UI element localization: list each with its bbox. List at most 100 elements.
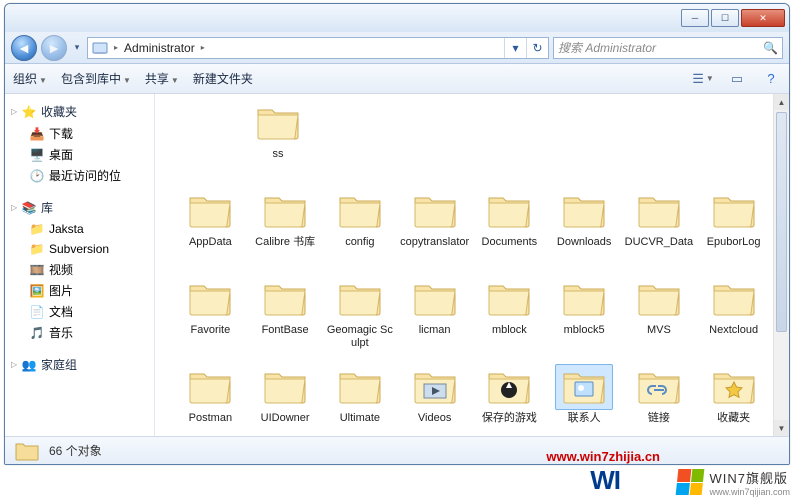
folder-item[interactable]: DUCVR_Data xyxy=(622,182,697,270)
folder-item[interactable]: MVS xyxy=(622,270,697,358)
folder-label: Favorite xyxy=(191,324,231,337)
sidebar-item-recent[interactable]: 🕑最近访问的位 xyxy=(5,165,154,186)
new-folder-button[interactable]: 新建文件夹 xyxy=(193,70,253,87)
toolbar: 组织▼ 包含到库中▼ 共享▼ 新建文件夹 ☰▼ ▭ ? xyxy=(5,64,789,94)
include-in-library-button[interactable]: 包含到库中▼ xyxy=(61,70,131,87)
folder-item[interactable]: Calibre 书库 xyxy=(248,182,323,270)
folder-item[interactable]: Documents xyxy=(472,182,547,270)
watermark-brand: WIN7旗舰版 xyxy=(709,468,790,487)
folder-item[interactable]: config xyxy=(323,182,398,270)
folder-item[interactable]: Videos xyxy=(397,358,472,436)
sidebar-item-documents[interactable]: 📄文档 xyxy=(5,301,154,322)
folder-item[interactable]: ss xyxy=(249,94,307,182)
scroll-up-button[interactable]: ▲ xyxy=(774,94,789,110)
folder-label: Documents xyxy=(482,236,538,249)
titlebar: ─ ☐ ✕ xyxy=(5,4,789,32)
sidebar-item-pictures[interactable]: 🖼️图片 xyxy=(5,280,154,301)
sidebar-item-jaksta[interactable]: 📁Jaksta xyxy=(5,219,154,239)
sidebar-favorites-header[interactable]: ▷ ⭐ 收藏夹 xyxy=(5,100,154,123)
breadcrumb-separator: ▸ xyxy=(199,43,207,52)
folder-item[interactable]: Geomagic Sculpt xyxy=(323,270,398,358)
library-icon: 📚 xyxy=(21,200,37,216)
file-list[interactable]: ss AppData Calibre 书库 config copytranslator D… xyxy=(155,94,789,436)
nav-forward-button[interactable]: ► xyxy=(41,35,67,61)
folder-label: Postman xyxy=(189,412,232,425)
folder-item[interactable]: Favorite xyxy=(173,270,248,358)
folder-item[interactable]: licman xyxy=(397,270,472,358)
folder-item[interactable]: mblock5 xyxy=(547,270,622,358)
folder-label: Nextcloud xyxy=(709,324,758,337)
folder-label: ss xyxy=(273,148,284,161)
explorer-window: ─ ☐ ✕ ◄ ► ▾ ▸ Administrator ▸ ▾ ↻ 搜索 Adm… xyxy=(4,3,790,465)
search-input[interactable]: 搜索 Administrator 🔍 xyxy=(553,37,783,59)
share-button[interactable]: 共享▼ xyxy=(145,70,179,87)
folder-label: 保存的游戏 xyxy=(482,412,537,425)
folder-item[interactable]: Nextcloud xyxy=(696,270,771,358)
sidebar-item-music[interactable]: 🎵音乐 xyxy=(5,322,154,343)
minimize-button[interactable]: ─ xyxy=(681,9,709,27)
folder-item[interactable]: mblock xyxy=(472,270,547,358)
folder-label: Videos xyxy=(418,412,451,425)
recent-icon: 🕑 xyxy=(29,168,45,184)
folder-item[interactable]: 保存的游戏 xyxy=(472,358,547,436)
folder-item[interactable]: 联系人 xyxy=(547,358,622,436)
folder-label: Downloads xyxy=(557,236,611,249)
scroll-thumb[interactable] xyxy=(776,112,787,332)
address-row: ◄ ► ▾ ▸ Administrator ▸ ▾ ↻ 搜索 Administr… xyxy=(5,32,789,64)
wi-logo: WI xyxy=(590,465,620,496)
folder-icon: 📁 xyxy=(29,241,45,257)
folder-label: DUCVR_Data xyxy=(625,236,693,249)
folder-label: 链接 xyxy=(648,412,670,425)
folder-item[interactable]: Postman xyxy=(173,358,248,436)
document-icon: 📄 xyxy=(29,304,45,320)
folder-item[interactable]: EpuborLog xyxy=(696,182,771,270)
help-button[interactable]: ? xyxy=(761,69,781,89)
nav-pane: ▷ ⭐ 收藏夹 📥下载 🖥️桌面 🕑最近访问的位 ▷ 📚 库 📁Jaksta 📁… xyxy=(5,94,155,436)
star-icon: ⭐ xyxy=(21,104,37,120)
folder-label: config xyxy=(345,236,374,249)
folder-item[interactable]: AppData xyxy=(173,182,248,270)
folder-icon: 📁 xyxy=(29,221,45,237)
sidebar-homegroup-header[interactable]: ▷ 👥 家庭组 xyxy=(5,353,154,376)
folder-item[interactable]: Downloads xyxy=(547,182,622,270)
folder-icon xyxy=(13,440,41,462)
windows-flag-icon xyxy=(676,469,705,495)
folder-item[interactable]: FontBase xyxy=(248,270,323,358)
sidebar-item-desktop[interactable]: 🖥️桌面 xyxy=(5,144,154,165)
close-button[interactable]: ✕ xyxy=(741,9,785,27)
scroll-down-button[interactable]: ▼ xyxy=(774,420,789,436)
folder-item[interactable]: Ultimate xyxy=(323,358,398,436)
folder-item[interactable]: copytranslator xyxy=(397,182,472,270)
organize-button[interactable]: 组织▼ xyxy=(13,70,47,87)
status-count: 66 个对象 xyxy=(49,442,102,459)
folder-label: FontBase xyxy=(262,324,309,337)
folder-label: mblock5 xyxy=(564,324,605,337)
music-icon: 🎵 xyxy=(29,325,45,341)
status-bar: 66 个对象 xyxy=(5,436,789,464)
nav-back-button[interactable]: ◄ xyxy=(11,35,37,61)
refresh-button[interactable]: ↻ xyxy=(526,38,548,58)
sidebar-libraries-header[interactable]: ▷ 📚 库 xyxy=(5,196,154,219)
watermark-sub: www.win7qijian.com xyxy=(709,487,790,497)
folder-item[interactable]: 收藏夹 xyxy=(696,358,771,436)
folder-item[interactable]: 链接 xyxy=(622,358,697,436)
vertical-scrollbar[interactable]: ▲ ▼ xyxy=(773,94,789,436)
folder-label: AppData xyxy=(189,236,232,249)
folder-label: licman xyxy=(419,324,451,337)
sidebar-item-downloads[interactable]: 📥下载 xyxy=(5,123,154,144)
folder-label: mblock xyxy=(492,324,527,337)
download-icon: 📥 xyxy=(29,126,45,142)
search-placeholder: 搜索 Administrator xyxy=(558,39,656,56)
maximize-button[interactable]: ☐ xyxy=(711,9,739,27)
sidebar-item-subversion[interactable]: 📁Subversion xyxy=(5,239,154,259)
breadcrumb-separator: ▸ xyxy=(112,43,120,52)
breadcrumb-current[interactable]: Administrator xyxy=(120,38,199,58)
sidebar-item-videos[interactable]: 🎞️视频 xyxy=(5,259,154,280)
address-dropdown-icon[interactable]: ▾ xyxy=(504,38,526,58)
preview-pane-button[interactable]: ▭ xyxy=(727,69,747,89)
nav-history-dropdown[interactable]: ▾ xyxy=(71,38,83,58)
view-options-button[interactable]: ☰▼ xyxy=(693,69,713,89)
address-bar[interactable]: ▸ Administrator ▸ ▾ ↻ xyxy=(87,37,549,59)
folder-item[interactable]: UIDowner xyxy=(248,358,323,436)
breadcrumb-root-icon[interactable] xyxy=(88,38,112,58)
